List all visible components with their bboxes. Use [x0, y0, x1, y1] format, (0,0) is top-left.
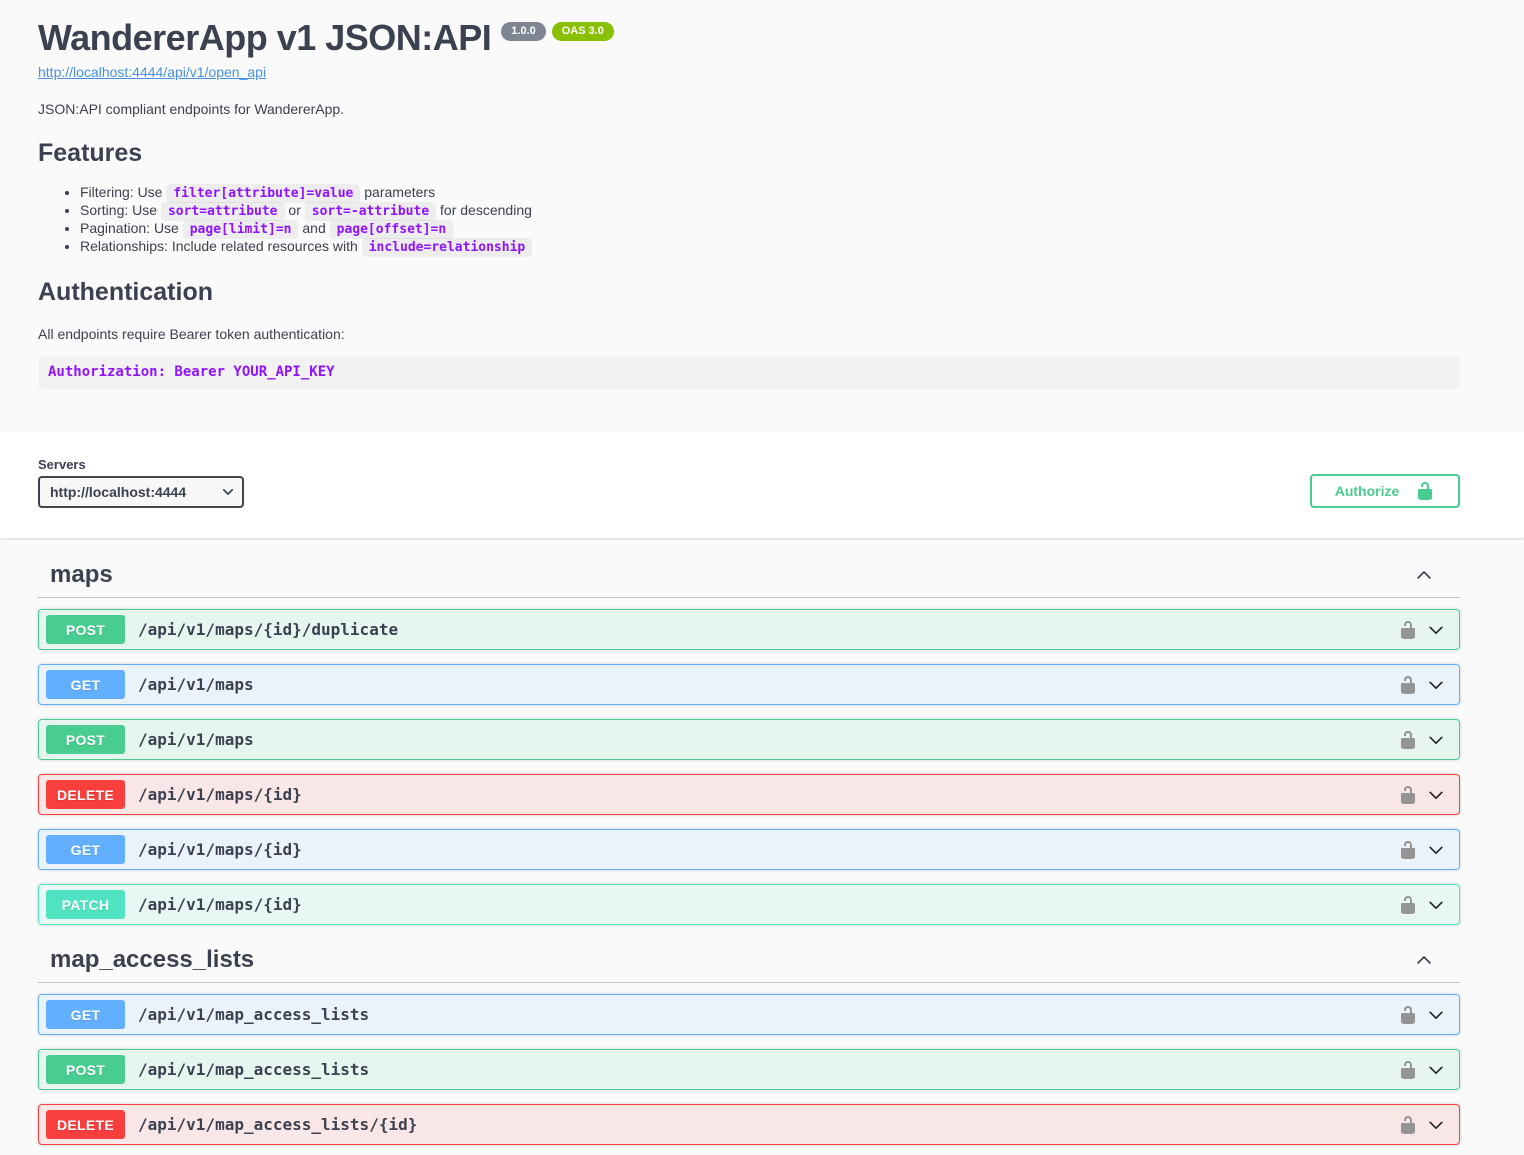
authorize-button-label: Authorize [1335, 483, 1400, 499]
lock-icon[interactable] [1398, 675, 1418, 695]
chevron-up-icon[interactable] [1414, 950, 1434, 970]
title-row: WandererApp v1 JSON:API 1.0.0 OAS 3.0 [38, 16, 1460, 59]
chevron-down-icon[interactable] [1427, 731, 1445, 749]
servers-select[interactable]: http://localhost:4444 [38, 476, 244, 508]
endpoint-row[interactable]: DELETE /api/v1/map_access_lists/{id} [38, 1104, 1460, 1145]
method-badge: DELETE [46, 780, 125, 809]
chevron-down-icon[interactable] [1427, 786, 1445, 804]
tag-title: map_access_lists [50, 945, 254, 974]
operations: maps POST /api/v1/maps/{id}/duplicate GE… [0, 538, 1524, 1145]
inline-code: page[offset]=n [330, 220, 454, 239]
feature-text: Filtering: Use [80, 184, 166, 200]
feature-text: Pagination: Use [80, 220, 183, 236]
lock-icon[interactable] [1398, 1115, 1418, 1135]
endpoint-row[interactable]: POST /api/v1/maps/{id}/duplicate [38, 609, 1460, 650]
method-badge: GET [46, 835, 125, 864]
endpoint-path: /api/v1/maps/{id}/duplicate [138, 620, 398, 639]
lock-icon[interactable] [1398, 730, 1418, 750]
inline-code: sort=attribute [161, 202, 285, 221]
lock-icon[interactable] [1398, 1005, 1418, 1025]
endpoint-path: /api/v1/maps/{id} [138, 895, 302, 914]
oas-badge: OAS 3.0 [552, 22, 614, 41]
features-heading: Features [38, 138, 1460, 168]
inline-code: sort=-attribute [305, 202, 436, 221]
chevron-down-icon[interactable] [1427, 841, 1445, 859]
endpoint-row[interactable]: PATCH /api/v1/maps/{id} [38, 884, 1460, 925]
api-description: JSON:API compliant endpoints for Wandere… [38, 101, 1460, 117]
method-badge: POST [46, 725, 125, 754]
feature-item-relationships: Relationships: Include related resources… [80, 238, 1460, 256]
feature-item-pagination: Pagination: Use page[limit]=n and page[o… [80, 220, 1460, 238]
inline-code: page[limit]=n [183, 220, 299, 239]
lock-icon[interactable] [1398, 785, 1418, 805]
chevron-up-icon[interactable] [1414, 565, 1434, 585]
endpoint-path: /api/v1/map_access_lists [138, 1060, 369, 1079]
method-badge: POST [46, 615, 125, 644]
authentication-heading: Authentication [38, 277, 1460, 307]
chevron-down-icon[interactable] [1427, 1061, 1445, 1079]
spec-url-link[interactable]: http://localhost:4444/api/v1/open_api [38, 64, 266, 80]
feature-text: Relationships: Include related resources… [80, 238, 362, 254]
tag-section-maps: maps POST /api/v1/maps/{id}/duplicate GE… [38, 560, 1460, 925]
unlocked-padlock-icon [1415, 481, 1435, 501]
feature-text: parameters [360, 184, 435, 200]
endpoint-path: /api/v1/map_access_lists [138, 1005, 369, 1024]
lock-icon[interactable] [1398, 840, 1418, 860]
version-badges: 1.0.0 OAS 3.0 [501, 22, 614, 41]
chevron-down-icon[interactable] [1427, 621, 1445, 639]
endpoint-path: /api/v1/map_access_lists/{id} [138, 1115, 417, 1134]
feature-item-sorting: Sorting: Use sort=attribute or sort=-att… [80, 202, 1460, 220]
tag-header-maps[interactable]: maps [38, 560, 1460, 598]
chevron-down-icon[interactable] [1427, 1006, 1445, 1024]
endpoint-row[interactable]: GET /api/v1/maps/{id} [38, 829, 1460, 870]
inline-code: filter[attribute]=value [166, 184, 360, 203]
method-badge: DELETE [46, 1110, 125, 1139]
authorize-button[interactable]: Authorize [1310, 474, 1460, 508]
endpoint-row[interactable]: POST /api/v1/map_access_lists [38, 1049, 1460, 1090]
tag-header-map-access-lists[interactable]: map_access_lists [38, 945, 1460, 983]
endpoint-row[interactable]: DELETE /api/v1/maps/{id} [38, 774, 1460, 815]
endpoint-path: /api/v1/maps [138, 730, 254, 749]
lock-icon[interactable] [1398, 620, 1418, 640]
feature-text: or [285, 202, 305, 218]
endpoint-path: /api/v1/maps/{id} [138, 840, 302, 859]
servers-label: Servers [38, 457, 244, 472]
feature-text: and [298, 220, 329, 236]
endpoint-list-map-access-lists: GET /api/v1/map_access_lists POST /api/v… [38, 994, 1460, 1145]
feature-text: for descending [436, 202, 532, 218]
endpoint-path: /api/v1/maps/{id} [138, 785, 302, 804]
method-badge: GET [46, 1000, 125, 1029]
lock-icon[interactable] [1398, 1060, 1418, 1080]
features-list: Filtering: Use filter[attribute]=value p… [38, 184, 1460, 256]
scheme-container: Servers http://localhost:4444 Authorize [0, 431, 1524, 538]
method-badge: PATCH [46, 890, 125, 919]
lock-icon[interactable] [1398, 895, 1418, 915]
inline-code: include=relationship [362, 238, 533, 257]
chevron-down-icon[interactable] [1427, 676, 1445, 694]
chevron-down-icon[interactable] [1427, 1116, 1445, 1134]
version-badge: 1.0.0 [501, 22, 545, 41]
authorization-code-block: Authorization: Bearer YOUR_API_KEY [38, 356, 1460, 389]
endpoint-row[interactable]: GET /api/v1/map_access_lists [38, 994, 1460, 1035]
method-badge: GET [46, 670, 125, 699]
servers-block: Servers http://localhost:4444 [38, 457, 244, 508]
endpoint-list-maps: POST /api/v1/maps/{id}/duplicate GET /ap… [38, 609, 1460, 925]
feature-text: Sorting: Use [80, 202, 161, 218]
tag-title: maps [50, 560, 113, 589]
endpoint-row[interactable]: POST /api/v1/maps [38, 719, 1460, 760]
method-badge: POST [46, 1055, 125, 1084]
authentication-text: All endpoints require Bearer token authe… [38, 326, 1460, 342]
endpoint-row[interactable]: GET /api/v1/maps [38, 664, 1460, 705]
tag-section-map-access-lists: map_access_lists GET /api/v1/map_access_… [38, 945, 1460, 1145]
feature-item-filtering: Filtering: Use filter[attribute]=value p… [80, 184, 1460, 202]
info-section: WandererApp v1 JSON:API 1.0.0 OAS 3.0 ht… [0, 0, 1524, 431]
chevron-down-icon[interactable] [1427, 896, 1445, 914]
endpoint-path: /api/v1/maps [138, 675, 254, 694]
page-title: WandererApp v1 JSON:API [38, 16, 491, 59]
